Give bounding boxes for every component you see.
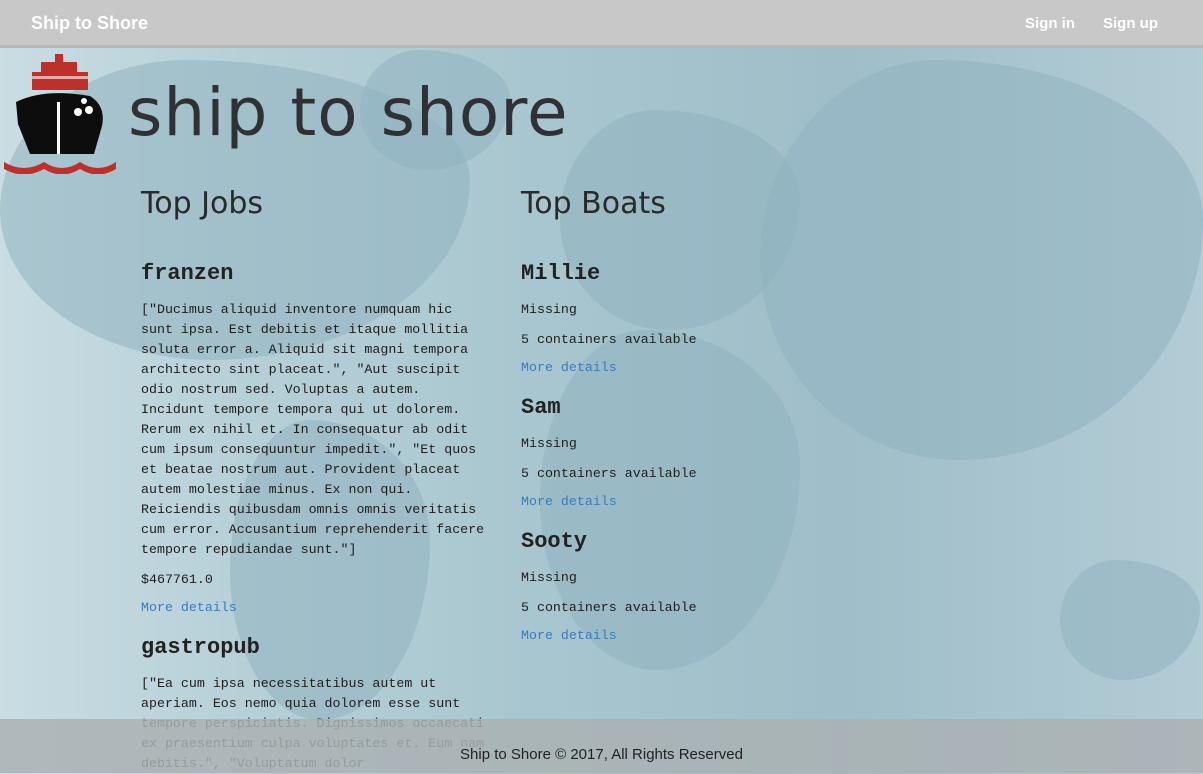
- boat-card: Sooty Missing 5 containers available Mor…: [521, 529, 861, 643]
- top-boats-section: Top Boats Millie Missing 5 containers av…: [521, 186, 861, 643]
- sign-in-link[interactable]: Sign in: [1025, 15, 1075, 32]
- boat-status: Missing: [521, 436, 577, 451]
- boat-status: Missing: [521, 570, 577, 585]
- boat-name: Millie: [521, 261, 601, 286]
- job-title: franzen: [141, 261, 234, 286]
- map-background-australia: [1060, 560, 1200, 680]
- sign-up-link[interactable]: Sign up: [1103, 15, 1158, 32]
- boat-card: Sam Missing 5 containers available More …: [521, 395, 861, 509]
- boat-more-details-link[interactable]: More details: [521, 628, 861, 643]
- site-logo-text: ship to shore: [128, 74, 569, 151]
- top-jobs-heading: Top Jobs: [141, 186, 264, 221]
- boat-name: Sam: [521, 395, 561, 420]
- job-price: $467761.0: [141, 572, 213, 587]
- boat-containers: 5 containers available: [521, 600, 697, 615]
- job-description: ["Ducimus aliquid inventore numquam hic …: [141, 302, 485, 557]
- brand-link[interactable]: Ship to Shore: [31, 13, 148, 34]
- boat-containers: 5 containers available: [521, 332, 697, 347]
- job-title: gastropub: [141, 635, 260, 660]
- footer-copyright: Ship to Shore © 2017, All Rights Reserve…: [460, 746, 743, 763]
- boat-name: Sooty: [521, 529, 588, 554]
- job-card: franzen ["Ducimus aliquid inventore numq…: [141, 261, 491, 615]
- page-footer: Ship to Shore © 2017, All Rights Reserve…: [0, 719, 1203, 773]
- boat-containers: 5 containers available: [521, 466, 697, 481]
- top-jobs-section: Top Jobs franzen ["Ducimus aliquid inven…: [141, 186, 491, 774]
- boat-card: Millie Missing 5 containers available Mo…: [521, 261, 861, 375]
- job-more-details-link[interactable]: More details: [141, 600, 491, 615]
- top-boats-heading: Top Boats: [521, 186, 666, 221]
- ship-logo-icon: [4, 54, 119, 175]
- top-navbar: Ship to Shore Sign in Sign up: [0, 0, 1203, 48]
- boat-status: Missing: [521, 302, 577, 317]
- boat-more-details-link[interactable]: More details: [521, 360, 861, 375]
- boat-more-details-link[interactable]: More details: [521, 494, 861, 509]
